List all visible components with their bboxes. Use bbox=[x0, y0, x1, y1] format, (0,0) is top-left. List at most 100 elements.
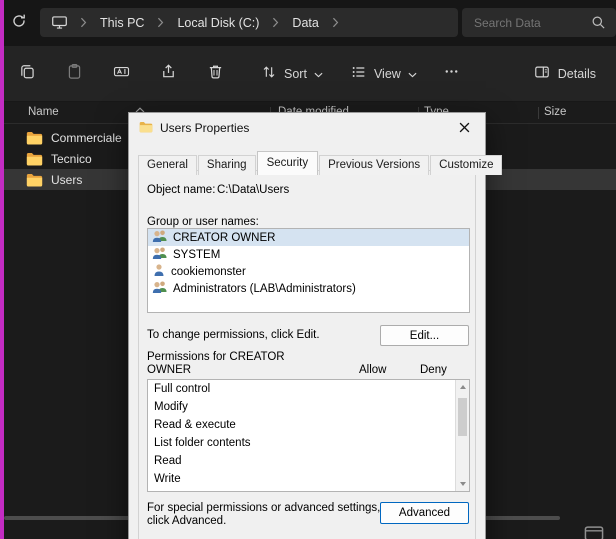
details-label: Details bbox=[558, 67, 596, 81]
left-accent-strip bbox=[0, 0, 4, 539]
chevron-right-icon[interactable] bbox=[332, 17, 339, 28]
file-name: Tecnico bbox=[51, 152, 92, 166]
advanced-instruction: For special permissions or advanced sett… bbox=[147, 502, 387, 528]
principal-name: Administrators (LAB\Administrators) bbox=[173, 283, 356, 295]
status-corner-icon[interactable] bbox=[584, 526, 604, 539]
edit-button[interactable]: Edit... bbox=[380, 325, 469, 346]
tab-sharing[interactable]: Sharing bbox=[198, 155, 256, 175]
paste-button[interactable] bbox=[57, 57, 91, 91]
refresh-button[interactable] bbox=[7, 11, 31, 35]
tab-general[interactable]: General bbox=[138, 155, 197, 175]
address-bar[interactable]: This PC Local Disk (C:) Data bbox=[40, 8, 458, 37]
search-box[interactable] bbox=[462, 8, 616, 37]
copy-icon bbox=[19, 63, 36, 85]
delete-button[interactable] bbox=[198, 57, 232, 91]
breadcrumb-item-data[interactable]: Data bbox=[292, 16, 318, 30]
ellipsis-icon bbox=[443, 63, 460, 85]
share-icon bbox=[160, 63, 177, 85]
rename-icon bbox=[113, 63, 130, 85]
dialog-close-button[interactable] bbox=[449, 118, 479, 140]
principal-row-creator-owner[interactable]: CREATOR OWNER bbox=[148, 229, 469, 246]
dialog-title: Users Properties bbox=[160, 121, 249, 135]
copy-button[interactable] bbox=[10, 57, 44, 91]
details-button[interactable]: Details bbox=[524, 57, 606, 90]
search-icon[interactable] bbox=[591, 15, 606, 35]
scrollbar-thumb[interactable] bbox=[458, 398, 467, 436]
file-name: Users bbox=[51, 173, 82, 187]
trash-icon bbox=[207, 63, 224, 85]
permission-row-read-execute[interactable]: Read & execute bbox=[148, 416, 469, 434]
command-bar: Sort View Details bbox=[0, 46, 616, 102]
principal-row-system[interactable]: SYSTEM bbox=[148, 246, 469, 263]
permission-name: Modify bbox=[154, 401, 188, 413]
allow-column-header: Allow bbox=[359, 364, 386, 376]
close-icon bbox=[459, 122, 470, 136]
advanced-button[interactable]: Advanced bbox=[380, 502, 469, 524]
permission-row-modify[interactable]: Modify bbox=[148, 398, 469, 416]
group-or-user-names-label: Group or user names: bbox=[147, 216, 259, 228]
file-name: Commerciale bbox=[51, 131, 122, 145]
refresh-icon bbox=[11, 13, 27, 34]
tab-previous-versions[interactable]: Previous Versions bbox=[319, 155, 429, 175]
chevron-down-icon bbox=[408, 67, 417, 81]
dialog-title-bar[interactable]: Users Properties bbox=[129, 113, 485, 143]
chevron-down-icon bbox=[314, 67, 323, 81]
more-options-button[interactable] bbox=[435, 57, 469, 91]
view-label: View bbox=[374, 67, 401, 81]
deny-column-header: Deny bbox=[420, 364, 447, 376]
chevron-right-icon[interactable] bbox=[272, 17, 279, 28]
object-name-label: Object name: bbox=[147, 184, 215, 196]
users-properties-dialog: Users Properties General Sharing Securit… bbox=[128, 112, 486, 539]
permissions-list: Full control Modify Read & execute List … bbox=[147, 379, 470, 492]
folder-icon bbox=[26, 152, 43, 166]
group-icon bbox=[152, 229, 168, 246]
sort-button[interactable]: Sort bbox=[251, 57, 333, 90]
breadcrumb-item-this-pc[interactable]: This PC bbox=[100, 16, 144, 30]
view-icon bbox=[351, 64, 367, 83]
column-divider[interactable] bbox=[538, 107, 539, 119]
scroll-up-icon[interactable] bbox=[460, 385, 466, 389]
view-button[interactable]: View bbox=[341, 57, 427, 90]
column-header-size[interactable]: Size bbox=[544, 106, 566, 118]
folder-icon bbox=[26, 173, 43, 187]
tab-customize[interactable]: Customize bbox=[430, 155, 502, 175]
details-pane-icon bbox=[534, 64, 550, 83]
group-icon bbox=[152, 246, 168, 263]
dialog-tab-strip: General Sharing Security Previous Versio… bbox=[138, 151, 503, 175]
scroll-down-icon[interactable] bbox=[460, 482, 466, 486]
search-input[interactable] bbox=[474, 16, 584, 30]
user-icon bbox=[152, 263, 166, 280]
permission-name: Write bbox=[154, 473, 181, 485]
permission-row-write[interactable]: Write bbox=[148, 470, 469, 488]
chevron-right-icon[interactable] bbox=[80, 17, 87, 28]
sort-icon bbox=[261, 64, 277, 83]
object-name-value: C:\Data\Users bbox=[217, 184, 289, 196]
share-button[interactable] bbox=[151, 57, 185, 91]
edit-instruction: To change permissions, click Edit. bbox=[147, 329, 320, 341]
permissions-scrollbar[interactable] bbox=[455, 380, 469, 491]
permission-name: Full control bbox=[154, 383, 210, 395]
paste-icon bbox=[66, 63, 83, 85]
folder-icon bbox=[26, 131, 43, 145]
principal-row-cookiemonster[interactable]: cookiemonster bbox=[148, 263, 469, 280]
permission-row-list-folder-contents[interactable]: List folder contents bbox=[148, 434, 469, 452]
permission-row-full-control[interactable]: Full control bbox=[148, 380, 469, 398]
breadcrumb-item-local-disk-c[interactable]: Local Disk (C:) bbox=[177, 16, 259, 30]
sort-label: Sort bbox=[284, 67, 307, 81]
tab-security[interactable]: Security bbox=[257, 151, 319, 175]
principal-name: SYSTEM bbox=[173, 249, 220, 261]
rename-button[interactable] bbox=[104, 57, 138, 91]
permission-row-read[interactable]: Read bbox=[148, 452, 469, 470]
principal-name: CREATOR OWNER bbox=[173, 232, 275, 244]
permissions-for-label: Permissions for CREATOR OWNER bbox=[147, 351, 297, 377]
permission-name: Read bbox=[154, 455, 182, 467]
group-icon bbox=[152, 280, 168, 297]
principal-name: cookiemonster bbox=[171, 266, 246, 278]
chevron-right-icon[interactable] bbox=[157, 17, 164, 28]
explorer-window: This PC Local Disk (C:) Data bbox=[0, 0, 616, 539]
group-or-user-names-list: CREATOR OWNER SYSTEM cookiemonster Admin… bbox=[147, 228, 470, 313]
column-header-name[interactable]: Name bbox=[28, 106, 59, 118]
properties-dialog-icon bbox=[139, 121, 153, 136]
principal-row-administrators[interactable]: Administrators (LAB\Administrators) bbox=[148, 280, 469, 297]
this-pc-icon bbox=[52, 16, 67, 29]
